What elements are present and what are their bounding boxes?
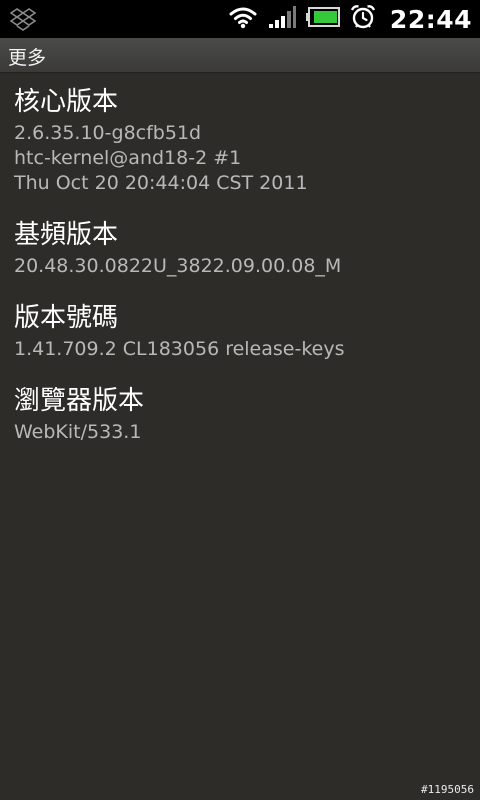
page-title: 更多 bbox=[8, 47, 47, 69]
wifi-icon bbox=[228, 5, 258, 33]
status-bar: 22:44 bbox=[0, 0, 480, 38]
dropbox-icon bbox=[9, 8, 37, 35]
info-list: 核心版本 2.6.35.10-g8cfb51d htc-kernel@and18… bbox=[0, 73, 480, 455]
alarm-icon bbox=[350, 4, 376, 34]
item-title: 核心版本 bbox=[14, 87, 119, 117]
item-value: 20.48.30.0822U_3822.09.00.08_M bbox=[14, 255, 342, 277]
item-value: htc-kernel@and18-2 #1 bbox=[14, 147, 242, 169]
item-value: 2.6.35.10-g8cfb51d bbox=[14, 122, 202, 144]
status-clock: 22:44 bbox=[389, 4, 472, 34]
list-item-build-number[interactable]: 版本號碼 1.41.709.2 CL183056 release-keys bbox=[0, 289, 480, 372]
item-value: WebKit/533.1 bbox=[14, 421, 142, 443]
signal-icon bbox=[268, 5, 296, 33]
item-value: 1.41.709.2 CL183056 release-keys bbox=[14, 338, 345, 360]
list-item-browser-version[interactable]: 瀏覽器版本 WebKit/533.1 bbox=[0, 372, 480, 455]
battery-icon bbox=[305, 7, 340, 31]
item-title: 瀏覽器版本 bbox=[14, 386, 145, 416]
phone-screen: 22:44 更多 核心版本 2.6.35.10-g8cfb51d htc-ker… bbox=[0, 0, 480, 800]
notification-area[interactable] bbox=[9, 7, 37, 35]
list-item-kernel-version[interactable]: 核心版本 2.6.35.10-g8cfb51d htc-kernel@and18… bbox=[0, 73, 480, 206]
title-bar: 更多 bbox=[0, 38, 480, 73]
item-value: Thu Oct 20 20:44:04 CST 2011 bbox=[14, 172, 308, 194]
watermark: #1195056 bbox=[421, 783, 474, 796]
list-item-baseband-version[interactable]: 基頻版本 20.48.30.0822U_3822.09.00.08_M bbox=[0, 206, 480, 289]
item-title: 基頻版本 bbox=[14, 220, 119, 250]
item-title: 版本號碼 bbox=[14, 303, 119, 333]
